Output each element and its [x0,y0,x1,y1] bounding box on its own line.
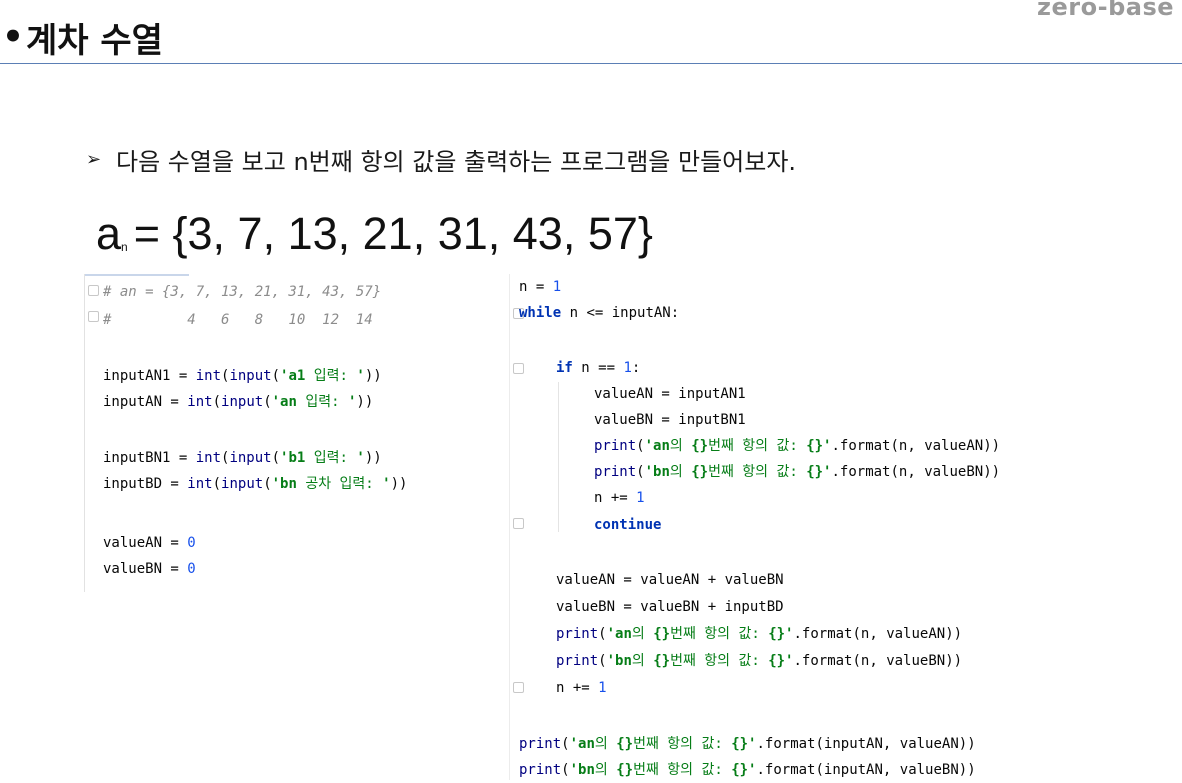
formula-base: a [96,208,122,259]
code-line: print('bn 의 {} 번째 항의 값: {} ' .format(inputAN… [519,762,976,778]
fold-marker-icon[interactable] [513,518,524,529]
title-text: 계차 수열 [26,20,163,61]
code-line: n += 1 [556,680,607,696]
task-description: ➢ 다음 수열을 보고 n번째 항의 값을 출력하는 프로그램을 만들어보자. [86,142,796,177]
code-line: valueBN = inputBN1 [594,412,746,428]
code-line: print('bn 의 {} 번째 항의 값: {} ' .format(n, valu… [556,653,963,669]
code-line: # 4 6 8 10 12 14 [103,312,373,328]
code-line: valueBN = 0 [103,561,196,577]
task-text: 다음 수열을 보고 n번째 항의 값을 출력하는 프로그램을 만들어보자. [116,148,797,176]
code-line: valueAN = inputAN1 [594,386,746,402]
code-line: inputAN1 = int(input('a1 입력: ')) [103,368,382,384]
fold-marker-icon[interactable] [513,363,524,374]
fold-marker-icon[interactable] [513,682,524,693]
code-line: # an = {3, 7, 13, 21, 31, 43, 57} [103,284,382,300]
brand-logo: zero-base [1037,0,1174,21]
code-line: inputBD = int(input('bn 공차 입력: ')) [103,476,408,492]
editor-tab-indicator [85,274,189,276]
code-line: print('an 의 {} 번째 항의 값: {} ' .format(n, valu… [594,438,1001,454]
code-line: continue [594,517,662,533]
code-line: inputAN = int(input('an 입력: ')) [103,394,374,410]
code-line: valueAN = 0 [103,535,196,551]
code-line: print('bn 의 {} 번째 항의 값: {} ' .format(n, valu… [594,464,1001,480]
code-line: inputBN1 = int(input('b1 입력: ')) [103,450,382,466]
code-line: valueBN = valueBN + inputBD [556,599,784,615]
code-line: n += 1 [594,490,645,506]
code-panel-right: n = 1 while n <= inputAN: if n == 1: val… [509,274,1182,780]
code-line: valueAN = valueAN + valueBN [556,572,784,588]
code-panel-left: # an = {3, 7, 13, 21, 31, 43, 57} # 4 6 … [84,274,487,592]
formula-values: = {3, 7, 13, 21, 31, 43, 57} [133,208,653,259]
code-line: print('an 의 {} 번째 항의 값: {} ' .format(inputAN… [519,736,976,752]
title-bullet: • [2,17,24,57]
indent-guide [558,382,559,532]
arrow-bullet-icon: ➢ [86,149,102,170]
code-line: if n == 1: [556,360,641,376]
code-line: print('an 의 {} 번째 항의 값: {} ' .format(n, valu… [556,626,963,642]
sequence-formula: an = {3, 7, 13, 21, 31, 43, 57} [96,208,653,260]
formula-subscript: n [121,240,128,254]
fold-marker-icon[interactable] [88,311,99,322]
fold-marker-icon[interactable] [88,285,99,296]
slide-title: • 계차 수열 [0,12,163,62]
code-line: n = 1 [519,279,562,295]
code-line: while n <= inputAN: [519,305,680,321]
title-divider [0,63,1182,64]
